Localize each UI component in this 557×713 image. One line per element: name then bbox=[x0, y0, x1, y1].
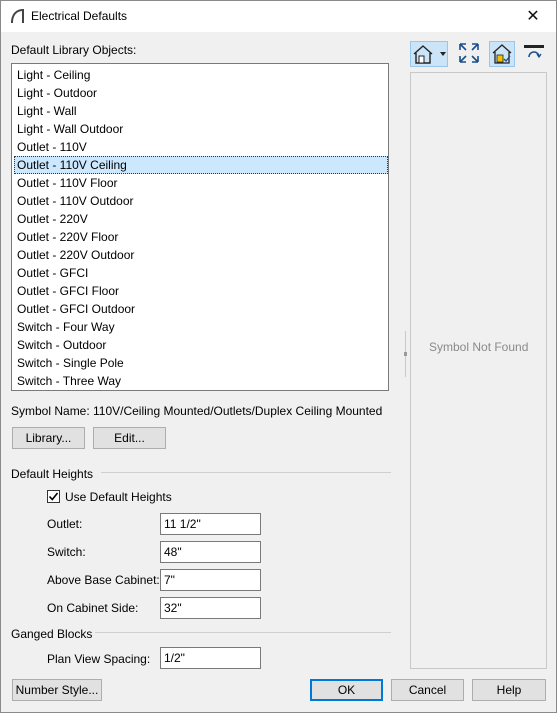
view-mode-dropdown[interactable] bbox=[410, 41, 448, 67]
lock-preview-button[interactable] bbox=[522, 41, 546, 67]
symbol-name-value: 110V/Ceiling Mounted/Outlets/Duplex Ceil… bbox=[93, 404, 383, 418]
list-item[interactable]: Switch - Outdoor bbox=[14, 336, 388, 354]
cancel-button[interactable]: Cancel bbox=[391, 679, 464, 701]
check-icon bbox=[48, 492, 59, 501]
list-item[interactable]: Light - Wall bbox=[14, 102, 388, 120]
plan-view-spacing-input[interactable]: 1/2" bbox=[160, 647, 261, 669]
symbol-preview-panel: Symbol Not Found bbox=[410, 72, 547, 669]
outlet-height-input[interactable]: 11 1/2" bbox=[160, 513, 261, 535]
list-item[interactable]: Outlet - 110V Outdoor bbox=[14, 192, 388, 210]
above-base-cabinet-input[interactable]: 7" bbox=[160, 569, 261, 591]
symbol-name-label: Symbol Name: bbox=[11, 404, 90, 418]
switch-height-input[interactable]: 48" bbox=[160, 541, 261, 563]
plan-view-spacing-label: Plan View Spacing: bbox=[47, 652, 151, 666]
electrical-defaults-dialog: Electrical Defaults ✕ Default Library Ob… bbox=[0, 0, 557, 713]
fill-window-icon bbox=[459, 43, 479, 63]
ganged-blocks-group-label: Ganged Blocks bbox=[11, 627, 93, 641]
default-heights-group-label: Default Heights bbox=[11, 467, 94, 481]
close-button[interactable]: ✕ bbox=[510, 1, 556, 32]
close-icon: ✕ bbox=[526, 8, 540, 25]
window-title: Electrical Defaults bbox=[31, 9, 128, 23]
list-item[interactable]: Outlet - GFCI Floor bbox=[14, 282, 388, 300]
ok-button[interactable]: OK bbox=[310, 679, 383, 701]
default-heights-divider bbox=[101, 472, 391, 473]
number-style-button[interactable]: Number Style... bbox=[12, 679, 102, 701]
use-default-heights-label: Use Default Heights bbox=[65, 490, 172, 504]
lock-preview-icon bbox=[524, 45, 544, 59]
list-item[interactable]: Switch - Four Way bbox=[14, 318, 388, 336]
list-item[interactable]: Outlet - 220V Floor bbox=[14, 228, 388, 246]
library-button[interactable]: Library... bbox=[12, 427, 85, 449]
list-item[interactable]: Outlet - 220V Outdoor bbox=[14, 246, 388, 264]
list-item[interactable]: Switch - Three Way bbox=[14, 372, 388, 390]
symbol-not-found-message: Symbol Not Found bbox=[429, 340, 529, 354]
list-item[interactable]: Outlet - 110V Floor bbox=[14, 174, 388, 192]
fill-window-button[interactable] bbox=[457, 41, 481, 67]
list-item[interactable]: Light - Ceiling bbox=[14, 66, 388, 84]
plan-symbol-toggle-icon bbox=[492, 44, 512, 64]
outlet-height-label: Outlet: bbox=[47, 517, 83, 531]
switch-height-label: Switch: bbox=[47, 545, 86, 559]
list-item[interactable]: Outlet - 110V Ceiling bbox=[14, 156, 388, 174]
list-item[interactable]: Outlet - GFCI bbox=[14, 264, 388, 282]
list-item[interactable]: Light - Wall Outdoor bbox=[14, 120, 388, 138]
edit-button[interactable]: Edit... bbox=[93, 427, 166, 449]
plan-symbol-toggle-button[interactable] bbox=[489, 41, 515, 67]
help-button[interactable]: Help bbox=[472, 679, 546, 701]
view-mode-dropdown-icon bbox=[413, 45, 446, 64]
list-item[interactable]: Light - Outdoor bbox=[14, 84, 388, 102]
list-item[interactable]: Outlet - 110V bbox=[14, 138, 388, 156]
list-item[interactable]: Outlet - 220V bbox=[14, 210, 388, 228]
ganged-blocks-divider bbox=[95, 632, 391, 633]
library-objects-label: Default Library Objects: bbox=[11, 43, 137, 57]
title-bar: Electrical Defaults ✕ bbox=[1, 1, 556, 32]
list-item[interactable]: Outlet - GFCI Outdoor bbox=[14, 300, 388, 318]
library-objects-list[interactable]: Light - Ceiling Light - Outdoor Light - Wa… bbox=[11, 63, 389, 391]
use-default-heights-checkbox[interactable] bbox=[47, 490, 60, 503]
on-cabinet-side-input[interactable]: 32" bbox=[160, 597, 261, 619]
on-cabinet-side-label: On Cabinet Side: bbox=[47, 601, 139, 615]
list-item[interactable]: Switch - Single Pole bbox=[14, 354, 388, 372]
splitter-handle[interactable] bbox=[404, 331, 407, 377]
above-base-cabinet-label: Above Base Cabinet: bbox=[47, 573, 160, 587]
chief-architect-arc-icon bbox=[11, 9, 24, 23]
